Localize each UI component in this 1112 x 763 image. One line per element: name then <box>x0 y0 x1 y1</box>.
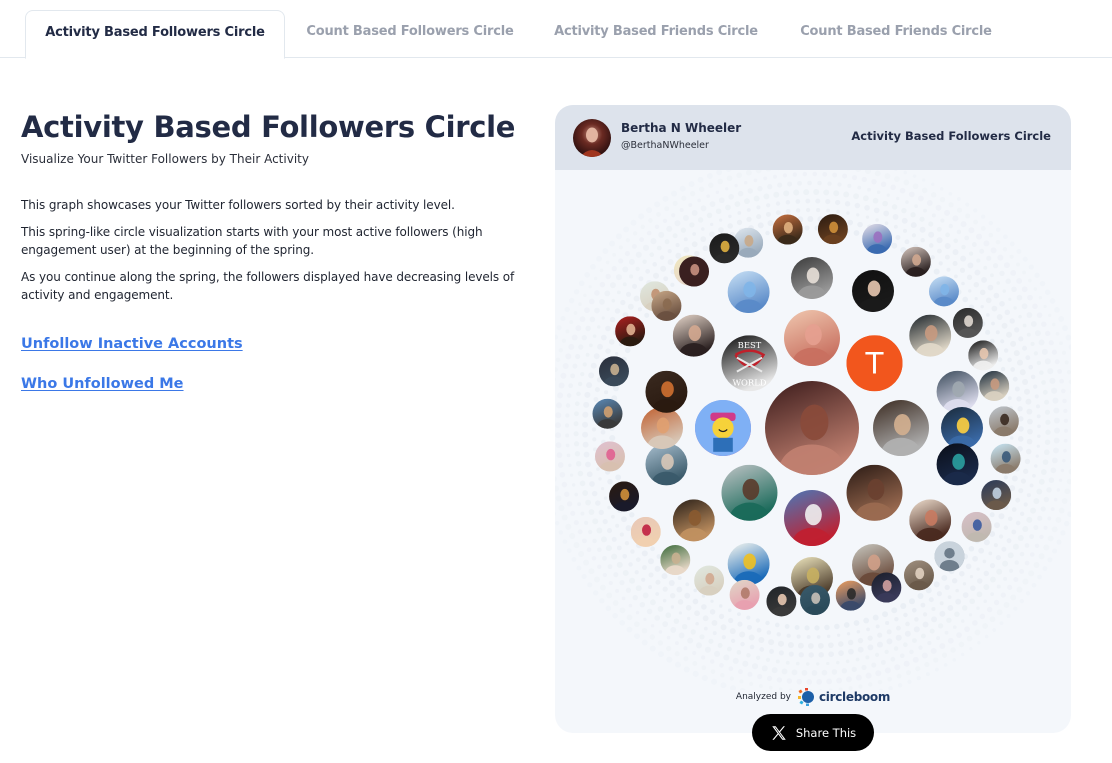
svg-text:BEST: BEST <box>738 340 762 350</box>
owner-avatar <box>573 119 611 157</box>
tab-activity-based-followers[interactable]: Activity Based Followers Circle <box>25 10 285 59</box>
outer-follower-avatar[interactable] <box>928 276 959 313</box>
unfollow-inactive-accounts-link[interactable]: Unfollow Inactive Accounts <box>21 336 243 352</box>
middle-follower-avatar[interactable] <box>852 269 895 321</box>
description-paragraph: This spring-like circle visualization st… <box>21 225 483 257</box>
description-panel: Activity Based Followers Circle Visualiz… <box>21 108 531 392</box>
middle-follower-avatar[interactable] <box>791 257 833 308</box>
outer-follower-avatar[interactable] <box>592 398 623 436</box>
outer-follower-avatar[interactable] <box>609 481 640 518</box>
tab-bar: Activity Based Followers Circle Count Ba… <box>0 0 1112 59</box>
outer-follower-avatar[interactable] <box>766 586 797 623</box>
outer-follower-avatar[interactable] <box>729 579 760 617</box>
svg-text:WORLD: WORLD <box>732 378 766 388</box>
circleboom-logo: circleboom <box>797 687 890 707</box>
owner-handle: @BerthaNWheeler <box>621 140 709 151</box>
inner-follower-avatar[interactable]: T <box>846 335 903 392</box>
inner-follower-avatar[interactable] <box>695 400 751 456</box>
analyzed-by: Analyzed by circleboom <box>555 687 1071 707</box>
card-circle-type-label: Activity Based Followers Circle <box>851 129 1051 143</box>
owner-name: Bertha N Wheeler <box>621 121 742 135</box>
tab-count-based-friends[interactable]: Count Based Friends Circle <box>790 10 1002 58</box>
outer-follower-avatar[interactable] <box>900 246 931 284</box>
middle-follower-avatar[interactable] <box>672 499 715 550</box>
outer-follower-avatar[interactable] <box>835 580 866 618</box>
outer-follower-avatar[interactable] <box>630 516 661 554</box>
center-avatar-owner[interactable] <box>765 381 859 496</box>
inner-follower-avatar[interactable]: BEST WORLD <box>721 335 778 392</box>
x-logo-icon <box>772 725 786 740</box>
outer-follower-avatar[interactable] <box>694 565 725 603</box>
outer-follower-avatar[interactable] <box>871 572 902 610</box>
outer-follower-avatar[interactable] <box>679 256 710 293</box>
inner-follower-avatar[interactable] <box>784 490 840 559</box>
default-profile-avatar[interactable] <box>934 541 965 575</box>
middle-follower-avatar[interactable] <box>727 271 770 322</box>
middle-follower-avatar[interactable] <box>672 314 715 366</box>
tab-activity-based-friends[interactable]: Activity Based Friends Circle <box>545 10 767 58</box>
description-paragraph: This graph showcases your Twitter follow… <box>21 198 455 212</box>
outer-follower-avatar[interactable] <box>988 406 1019 443</box>
inner-follower-avatar[interactable] <box>721 464 778 534</box>
circleboom-logo-icon <box>797 688 814 706</box>
circle-card: Bertha N Wheeler @BerthaNWheeler Activit… <box>555 105 1071 733</box>
outer-follower-avatar[interactable] <box>800 584 831 622</box>
outer-follower-avatar[interactable] <box>772 214 803 251</box>
page-subtitle: Visualize Your Twitter Followers by Thei… <box>21 152 309 166</box>
outer-follower-avatar[interactable] <box>990 443 1021 481</box>
middle-follower-avatar[interactable] <box>909 314 952 366</box>
inner-follower-avatar[interactable] <box>873 400 929 469</box>
outer-follower-avatar[interactable] <box>981 480 1012 517</box>
share-this-label: Share This <box>795 725 857 740</box>
tab-count-based-followers[interactable]: Count Based Followers Circle <box>300 10 520 58</box>
outer-follower-avatar[interactable] <box>615 316 646 353</box>
outer-follower-avatar[interactable] <box>709 233 740 270</box>
description-paragraph: As you continue along the spring, the fo… <box>21 270 515 302</box>
share-this-button[interactable]: Share This <box>752 714 874 751</box>
outer-follower-avatar[interactable] <box>952 307 983 345</box>
analyzed-by-label: Analyzed by <box>735 692 791 702</box>
outer-follower-avatar[interactable] <box>817 214 848 251</box>
middle-follower-avatar[interactable] <box>936 443 979 494</box>
outer-follower-avatar[interactable] <box>979 370 1010 408</box>
inner-follower-avatar[interactable] <box>846 464 903 534</box>
page-title: Activity Based Followers Circle <box>21 110 516 144</box>
followers-circle-visualization: BEST WORLD T <box>555 170 1071 690</box>
who-unfollowed-me-link[interactable]: Who Unfollowed Me <box>21 376 184 392</box>
middle-follower-avatar[interactable] <box>645 443 688 494</box>
outer-follower-avatar[interactable] <box>651 290 682 328</box>
followers-circle-svg: BEST WORLD T <box>555 170 1071 690</box>
card-header: Bertha N Wheeler @BerthaNWheeler Activit… <box>555 105 1071 170</box>
circleboom-brand-text: circleboom <box>818 690 891 704</box>
avatar-letter: T <box>865 346 885 380</box>
outer-follower-avatar[interactable] <box>862 223 893 261</box>
inner-follower-avatar[interactable] <box>784 310 840 379</box>
